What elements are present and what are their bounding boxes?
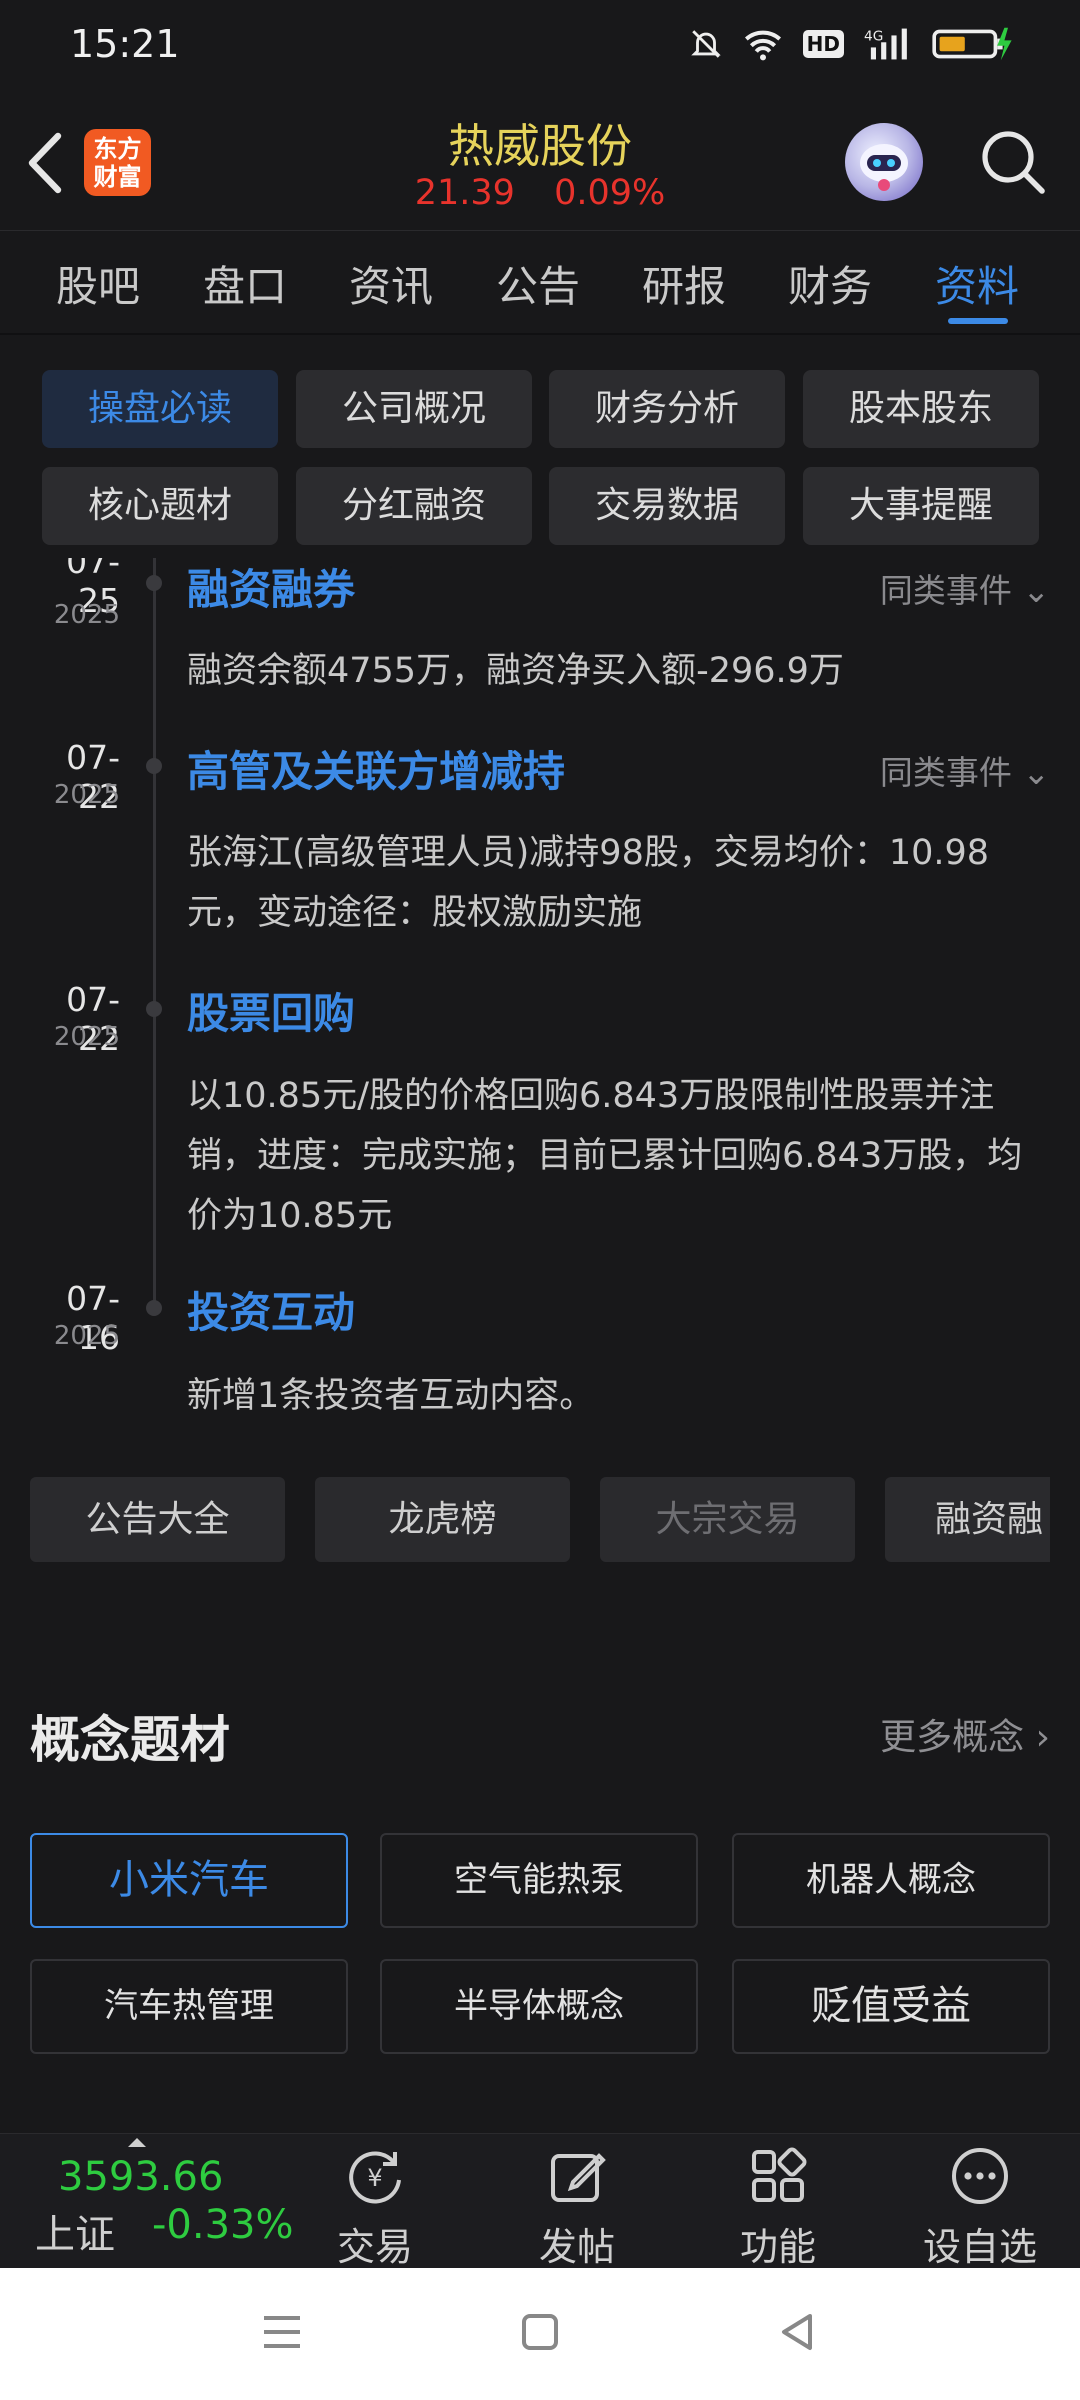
menu-icon[interactable] <box>262 2312 302 2352</box>
timeline-dot <box>146 575 162 591</box>
same-type-events-button[interactable]: 同类事件 ⌄ <box>880 564 1050 612</box>
concept-tag[interactable]: 汽车热管理 <box>30 1959 348 2054</box>
sh-index-name[interactable]: 上证 <box>35 2202 115 2260</box>
timeline-dot <box>146 1300 162 1316</box>
sub-trading-data[interactable]: 交易数据 <box>549 467 785 545</box>
sh-index-value[interactable]: 3593.66 <box>58 2154 223 2200</box>
concept-tag[interactable]: 机器人概念 <box>732 1833 1050 1928</box>
screen: 15:21 HD 4G 东方财富 热威股份 21.39 0.09% 股吧 盘口 … <box>0 0 1080 2400</box>
tab-research[interactable]: 研报 <box>642 253 726 314</box>
active-tab-indicator <box>948 318 1008 324</box>
nav-functions[interactable]: 功能 <box>708 2144 848 2271</box>
event-title[interactable]: 融资融券 <box>187 558 355 617</box>
event-title[interactable]: 投资互动 <box>187 1279 355 1340</box>
status-bar: 15:21 HD 4G <box>0 0 1080 95</box>
search-icon[interactable] <box>978 127 1048 197</box>
tab-finance[interactable]: 财务 <box>788 253 872 314</box>
event-body: 新增1条投资者互动内容。 <box>187 1376 595 1416</box>
chevron-down-icon: ⌄ <box>1022 571 1050 610</box>
quick-margin[interactable]: 融资融 <box>885 1477 1050 1562</box>
quick-block-trade[interactable]: 大宗交易 <box>600 1477 855 1562</box>
same-type-events-button[interactable]: 同类事件 ⌄ <box>880 746 1050 794</box>
same-type-label: 同类事件 <box>879 753 1012 792</box>
tab-profile[interactable]: 资料 <box>935 253 1019 314</box>
chevron-down-icon: ⌄ <box>1022 753 1050 792</box>
main-tabs: 股吧 盘口 资讯 公告 研报 财务 资料 <box>0 230 1080 335</box>
battery-icon <box>932 27 1012 61</box>
sub-event-reminders[interactable]: 大事提醒 <box>803 467 1039 545</box>
sub-financial-analysis[interactable]: 财务分析 <box>549 370 785 448</box>
more-concepts-label: 更多概念 <box>880 1717 1025 1758</box>
nav-post-label: 发帖 <box>538 2225 615 2269</box>
edit-post-icon <box>551 2153 606 2202</box>
event-body: 张海江(高级管理人员)减持98股，交易均价：10.98元，变动途径：股权激励实施 <box>187 833 990 933</box>
quick-dragon-tiger[interactable]: 龙虎榜 <box>315 1477 570 1562</box>
event-year: 2025 <box>53 1321 120 1351</box>
tab-pankou[interactable]: 盘口 <box>203 253 287 314</box>
timeline-line <box>153 558 156 1303</box>
back-nav-icon[interactable] <box>778 2312 818 2352</box>
nav-post[interactable]: 发帖 <box>507 2144 647 2271</box>
svg-text:4G: 4G <box>864 29 883 45</box>
stock-change: 0.09% <box>554 173 666 213</box>
stock-header: 东方财富 热威股份 21.39 0.09% <box>0 95 1080 230</box>
event-title[interactable]: 股票回购 <box>187 980 355 1041</box>
sub-company-overview[interactable]: 公司概况 <box>296 370 532 448</box>
sh-index-change[interactable]: -0.33% <box>152 2202 294 2248</box>
tab-guba[interactable]: 股吧 <box>56 253 140 314</box>
more-dots-icon <box>952 2148 1008 2204</box>
concept-tag[interactable]: 小米汽车 <box>30 1833 348 1928</box>
grid-functions-icon <box>752 2147 807 2202</box>
event-body: 以10.85元/股的价格回购6.843万股限制性股票并注销，进度：完成实施；目前… <box>187 1076 1023 1236</box>
timeline-dot <box>146 1001 162 1017</box>
signal-icon: 4G <box>864 28 907 60</box>
system-nav-bar <box>0 2268 1080 2400</box>
event-year: 2025 <box>53 600 120 630</box>
event-year: 2025 <box>53 780 120 810</box>
nav-trade-label: 交易 <box>336 2225 413 2269</box>
concept-section-title: 概念题材 <box>30 1711 230 1769</box>
concept-tag[interactable]: 贬值受益 <box>732 1959 1050 2054</box>
sub-trading-must-read[interactable]: 操盘必读 <box>42 370 278 448</box>
nav-functions-label: 功能 <box>739 2225 816 2269</box>
hd-icon: HD <box>802 30 844 58</box>
sub-dividend-financing[interactable]: 分红融资 <box>296 467 532 545</box>
events-timeline: 07-25 2025 融资融券 同类事件 ⌄ 融资余额4755万，融资净买入额-… <box>0 558 1080 1438</box>
sub-core-themes[interactable]: 核心题材 <box>42 467 278 545</box>
nav-add-watchlist-label: 设自选 <box>922 2225 1037 2269</box>
chevron-right-icon: › <box>1035 1717 1050 1758</box>
wifi-icon <box>744 30 781 61</box>
status-time: 15:21 <box>70 22 180 66</box>
concept-tag[interactable]: 空气能热泵 <box>380 1833 698 1928</box>
trade-yuan-icon: ¥ <box>349 2151 401 2204</box>
nav-trade[interactable]: ¥ 交易 <box>305 2144 445 2271</box>
sub-share-holders[interactable]: 股本股东 <box>803 370 1039 448</box>
bottom-nav: 3593.66 上证 -0.33% ¥ 交易 发帖 功能 设自选 <box>0 2133 1080 2271</box>
tab-announcements[interactable]: 公告 <box>496 253 580 314</box>
event-body: 融资余额4755万，融资净买入额-296.9万 <box>187 651 844 691</box>
assistant-robot-icon[interactable] <box>845 123 923 201</box>
same-type-label: 同类事件 <box>879 571 1012 610</box>
stock-price: 21.39 <box>414 173 515 213</box>
concept-tag[interactable]: 半导体概念 <box>380 1959 698 2054</box>
home-icon[interactable] <box>520 2312 560 2352</box>
status-icons: HD 4G <box>689 26 1012 62</box>
event-title[interactable]: 高管及关联方增减持 <box>187 738 565 799</box>
mute-bell-icon <box>690 30 721 58</box>
timeline-dot <box>146 758 162 774</box>
tab-news[interactable]: 资讯 <box>349 253 433 314</box>
nav-add-watchlist[interactable]: 设自选 <box>910 2144 1050 2271</box>
svg-text:¥: ¥ <box>367 2164 382 2192</box>
expand-up-icon[interactable] <box>128 2138 146 2147</box>
more-concepts-link[interactable]: 更多概念 › <box>880 1708 1050 1760</box>
event-year: 2025 <box>53 1022 120 1052</box>
quick-announcements[interactable]: 公告大全 <box>30 1477 285 1562</box>
